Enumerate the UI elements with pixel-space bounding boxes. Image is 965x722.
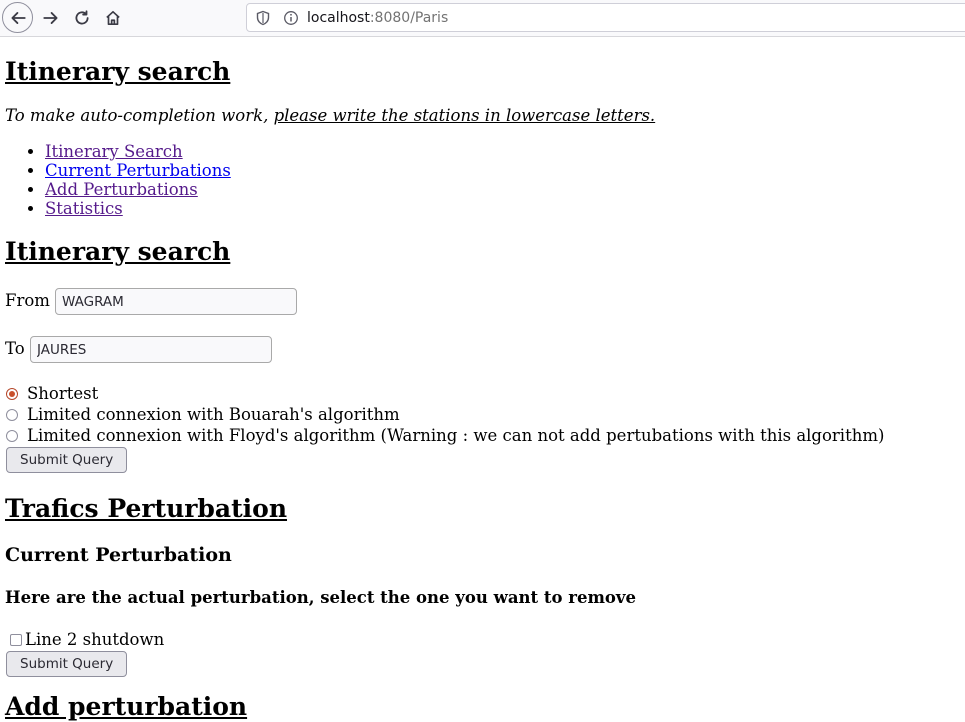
option-bouarah[interactable]: Limited connexion with Bouarah's algorit… bbox=[0, 405, 400, 425]
back-button[interactable] bbox=[2, 2, 33, 33]
url-host: localhost bbox=[307, 10, 370, 26]
arrow-left-icon bbox=[10, 11, 26, 24]
autocomplete-note: To make auto-completion work, please wri… bbox=[5, 106, 655, 126]
option-shortest-label: Shortest bbox=[27, 384, 99, 403]
reload-icon bbox=[75, 10, 89, 25]
url-path: :8080/Paris bbox=[369, 10, 449, 26]
option-floyd-label: Limited connexion with Floyd's algorithm… bbox=[27, 426, 885, 445]
to-label: To bbox=[5, 339, 25, 358]
perturbation-instruction: Here are the actual perturbation, select… bbox=[5, 588, 636, 607]
url-bar[interactable]: localhost:8080/Paris bbox=[246, 3, 965, 32]
itinerary-section-title: Itinerary search bbox=[5, 237, 231, 266]
info-icon[interactable] bbox=[283, 10, 299, 26]
current-perturbation-title: Current Perturbation bbox=[5, 544, 232, 566]
browser-toolbar: localhost:8080/Paris bbox=[0, 0, 965, 37]
option-floyd[interactable]: Limited connexion with Floyd's algorithm… bbox=[0, 426, 884, 446]
nav-item-itinerary: Itinerary Search bbox=[45, 142, 231, 161]
perturbation-checkbox[interactable] bbox=[10, 634, 22, 646]
from-input[interactable] bbox=[55, 288, 297, 315]
add-perturbation-title: Add perturbation bbox=[5, 692, 248, 721]
nav-link-add-perturbations[interactable]: Add Perturbations bbox=[45, 180, 198, 199]
perturbation-submit-button[interactable]: Submit Query bbox=[6, 651, 128, 677]
note-underlined: please write the stations in lowercase l… bbox=[273, 106, 656, 125]
perturbation-section-title: Trafics Perturbation bbox=[5, 494, 288, 523]
reload-button[interactable] bbox=[67, 3, 97, 33]
radio-floyd[interactable] bbox=[6, 430, 18, 442]
nav-link-statistics[interactable]: Statistics bbox=[45, 199, 123, 218]
shield-icon[interactable] bbox=[255, 10, 271, 26]
from-label: From bbox=[5, 291, 50, 310]
option-bouarah-label: Limited connexion with Bouarah's algorit… bbox=[27, 405, 400, 424]
itinerary-submit-button[interactable]: Submit Query bbox=[6, 447, 128, 473]
forward-button[interactable] bbox=[36, 3, 66, 33]
to-input[interactable] bbox=[30, 336, 272, 363]
radio-shortest[interactable] bbox=[6, 388, 18, 400]
nav-item-add-perturbations: Add Perturbations bbox=[45, 180, 231, 199]
radio-bouarah[interactable] bbox=[6, 409, 18, 421]
nav-link-current-perturbations[interactable]: Current Perturbations bbox=[45, 161, 231, 180]
perturbation-item-label: Line 2 shutdown bbox=[25, 630, 165, 649]
home-button[interactable] bbox=[98, 3, 128, 33]
arrow-right-icon bbox=[43, 12, 58, 24]
nav-item-current-perturbations: Current Perturbations bbox=[45, 161, 231, 180]
nav-link-itinerary-search[interactable]: Itinerary Search bbox=[45, 142, 183, 161]
home-icon bbox=[106, 10, 120, 26]
option-shortest[interactable]: Shortest bbox=[0, 384, 98, 404]
page-title: Itinerary search bbox=[5, 57, 231, 86]
nav-item-statistics: Statistics bbox=[45, 199, 231, 218]
note-prefix: To make auto-completion work, bbox=[5, 106, 274, 125]
perturbation-item-line2[interactable]: Line 2 shutdown bbox=[5, 630, 164, 649]
url-text: localhost:8080/Paris bbox=[307, 10, 448, 26]
nav-list: Itinerary Search Current Perturbations A… bbox=[5, 142, 231, 218]
